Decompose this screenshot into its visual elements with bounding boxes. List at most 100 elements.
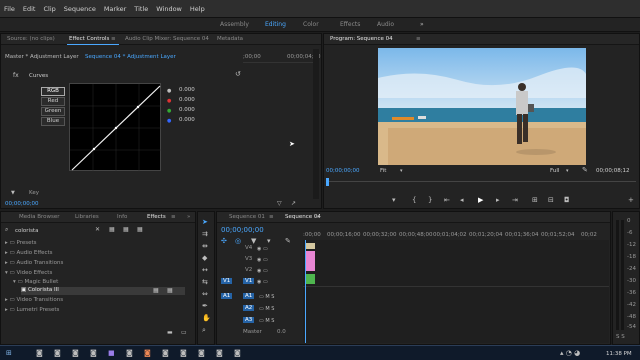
program-menu-icon[interactable]: ≡ bbox=[416, 36, 421, 42]
sequence-04-close-icon[interactable]: ≡ bbox=[315, 214, 320, 220]
eye-icon[interactable]: ◉ ▭ bbox=[257, 256, 268, 264]
curve-value-2[interactable]: 0.000 bbox=[179, 97, 195, 103]
menu-clip[interactable]: Clip bbox=[43, 5, 55, 13]
meter-solo-buttons[interactable]: S S bbox=[616, 334, 625, 340]
channel-red-button[interactable]: Red bbox=[41, 97, 65, 106]
tree-item-presets[interactable]: ▸ ▭ Presets bbox=[5, 240, 36, 246]
program-video-frame[interactable] bbox=[378, 48, 586, 165]
timeline-playhead[interactable] bbox=[305, 240, 306, 343]
go-to-out-icon[interactable]: ⇥ bbox=[512, 196, 518, 204]
zoom-tool-icon[interactable]: ⌕ bbox=[202, 326, 206, 334]
reset-icon[interactable]: ↺ bbox=[235, 70, 241, 78]
step-forward-icon[interactable]: ▸ bbox=[496, 196, 500, 204]
track-label-a3[interactable]: A3 bbox=[243, 317, 255, 323]
premiere-pro-icon[interactable]: ■ bbox=[108, 349, 115, 357]
track-label-v1[interactable]: V1 bbox=[243, 278, 255, 284]
selection-tool-icon[interactable]: ➤ bbox=[202, 218, 208, 226]
razor-tool-icon[interactable]: ◆ bbox=[202, 254, 207, 262]
menu-marker[interactable]: Marker bbox=[104, 5, 126, 13]
tab-effects[interactable]: Effects bbox=[147, 214, 166, 220]
eye-icon[interactable]: ◉ ▭ bbox=[257, 245, 268, 253]
overwrite-icon[interactable]: ⊟ bbox=[548, 196, 554, 204]
eye-icon[interactable]: ◉ ▭ bbox=[257, 278, 268, 286]
taskbar-app-icon[interactable]: ◙ bbox=[72, 349, 79, 357]
effects-more-icon[interactable]: » bbox=[187, 214, 190, 220]
curve-value-3[interactable]: 0.000 bbox=[179, 107, 195, 113]
export-icon[interactable]: ↗ bbox=[291, 200, 296, 208]
source-patch-v1[interactable]: V1 bbox=[221, 278, 233, 284]
taskbar-app-icon[interactable]: ◙ bbox=[144, 349, 151, 357]
32bit-filter-icon[interactable]: ▦ bbox=[123, 226, 129, 234]
slip-tool-icon[interactable]: ⇆ bbox=[202, 278, 208, 286]
quality-chevron-icon[interactable]: ▾ bbox=[566, 167, 569, 175]
curve-value-4[interactable]: 0.000 bbox=[179, 117, 195, 123]
marker-icon[interactable]: ▾ bbox=[392, 196, 396, 204]
menu-window[interactable]: Window bbox=[156, 5, 182, 13]
menu-help[interactable]: Help bbox=[190, 5, 205, 13]
track-select-tool-icon[interactable]: ⇉ bbox=[202, 230, 208, 238]
mute-solo-icon[interactable]: ▭ M S bbox=[259, 293, 274, 301]
trash-icon[interactable]: ▭ bbox=[181, 329, 187, 337]
rate-stretch-tool-icon[interactable]: ↔ bbox=[202, 266, 208, 274]
step-back-icon[interactable]: ◂ bbox=[460, 196, 464, 204]
tab-metadata[interactable]: Metadata bbox=[217, 36, 243, 42]
tree-item-magic-bullet[interactable]: ▾ ▭ Magic Bullet bbox=[13, 279, 58, 285]
taskbar-app-icon[interactable]: ◙ bbox=[234, 349, 241, 357]
tab-source[interactable]: Source: (no clips) bbox=[7, 36, 55, 42]
taskbar-app-icon[interactable]: ◙ bbox=[90, 349, 97, 357]
menu-file[interactable]: File bbox=[4, 5, 15, 13]
clip-v4[interactable] bbox=[305, 243, 315, 249]
curve-value-1[interactable]: 0.000 bbox=[179, 87, 195, 93]
track-label-a2[interactable]: A2 bbox=[243, 305, 255, 311]
master-clip-label[interactable]: Master * Adjustment Layer bbox=[5, 54, 79, 60]
taskbar-app-icon[interactable]: ◙ bbox=[54, 349, 61, 357]
tab-media-browser[interactable]: Media Browser bbox=[19, 214, 60, 220]
effects-search-input[interactable]: colorista bbox=[15, 228, 38, 234]
taskbar-app-icon[interactable]: ◙ bbox=[216, 349, 223, 357]
start-icon[interactable]: ⊞ bbox=[6, 349, 12, 357]
eye-icon[interactable]: ◉ ▭ bbox=[257, 267, 268, 275]
effect-controls-scrollbar[interactable] bbox=[313, 49, 319, 199]
tree-item-colorista[interactable]: ▣ Colorista III bbox=[21, 287, 185, 295]
insert-icon[interactable]: ⊞ bbox=[532, 196, 538, 204]
source-patch-a1[interactable]: A1 bbox=[221, 293, 233, 299]
tab-libraries[interactable]: Libraries bbox=[75, 214, 99, 220]
track-label-v2[interactable]: V2 bbox=[245, 267, 252, 273]
zoom-select[interactable]: Fit bbox=[380, 168, 386, 174]
tab-effect-controls[interactable]: Effect Controls bbox=[69, 36, 109, 42]
mark-in-icon[interactable]: { bbox=[412, 196, 416, 204]
workspace-editing[interactable]: Editing bbox=[265, 21, 286, 28]
export-frame-icon[interactable]: ◘ bbox=[564, 196, 570, 204]
curves-graph[interactable] bbox=[69, 83, 162, 172]
pen-tool-icon[interactable]: ✒ bbox=[202, 302, 208, 310]
tab-sequence-01[interactable]: Sequence 01 bbox=[229, 214, 265, 220]
channel-green-button[interactable]: Green bbox=[41, 107, 65, 116]
add-marker-icon[interactable]: ▼ bbox=[251, 237, 256, 245]
add-button-icon[interactable]: + bbox=[628, 196, 634, 204]
clear-search-icon[interactable]: ✕ bbox=[95, 226, 100, 234]
track-area[interactable] bbox=[303, 240, 609, 343]
tree-item-audio-transitions[interactable]: ▸ ▭ Audio Transitions bbox=[5, 260, 63, 266]
tree-item-audio-effects[interactable]: ▸ ▭ Audio Effects bbox=[5, 250, 53, 256]
linked-selection-icon[interactable]: ◎ bbox=[235, 237, 241, 245]
master-track-label[interactable]: Master bbox=[243, 329, 262, 335]
hand-tool-icon[interactable]: ✋ bbox=[202, 314, 211, 322]
effects-menu-icon[interactable]: ≡ bbox=[171, 214, 176, 220]
program-title[interactable]: Program: Sequence 04 bbox=[330, 36, 393, 42]
track-label-v4[interactable]: V4 bbox=[245, 245, 252, 251]
video-clip-v1[interactable] bbox=[305, 274, 315, 284]
tray-icon[interactable]: ▴ ◔ ◕ bbox=[560, 349, 580, 357]
menu-edit[interactable]: Edit bbox=[23, 5, 36, 13]
filter-icon[interactable]: ▽ bbox=[277, 200, 282, 208]
timeline-ruler[interactable]: :00;00 00;00;16;00 00;00;32;00 00;00;48;… bbox=[303, 226, 609, 238]
yuv-filter-icon[interactable]: ▦ bbox=[137, 226, 143, 234]
sequence-clip-label[interactable]: Sequence 04 * Adjustment Layer bbox=[85, 54, 176, 60]
wrench-icon[interactable]: ✎ bbox=[582, 166, 588, 174]
zoom-chevron-icon[interactable]: ▾ bbox=[400, 167, 403, 175]
taskbar-app-icon[interactable]: ◙ bbox=[198, 349, 205, 357]
taskbar-app-icon[interactable]: ◙ bbox=[126, 349, 133, 357]
ripple-tool-icon[interactable]: ⇹ bbox=[202, 242, 208, 250]
track-label-a1[interactable]: A1 bbox=[243, 293, 255, 299]
timeline-wrench-icon[interactable]: ✎ bbox=[285, 237, 291, 245]
channel-blue-button[interactable]: Blue bbox=[41, 117, 65, 126]
